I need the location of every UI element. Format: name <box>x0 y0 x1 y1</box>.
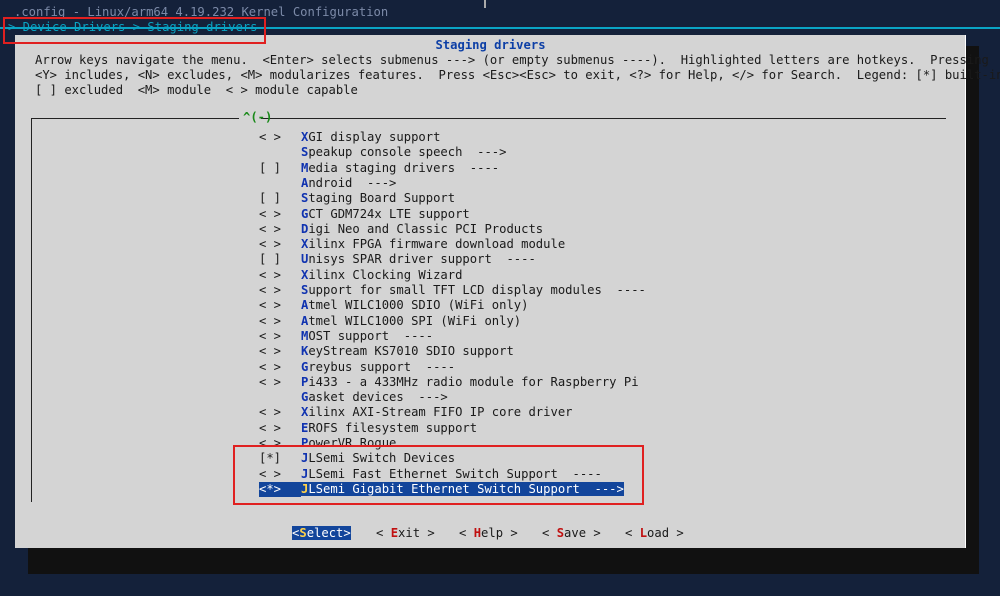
menu-item-state[interactable]: < > <box>259 207 301 222</box>
menu-item-label: asket devices ---> <box>308 390 448 405</box>
menu-item[interactable]: Android ---> <box>259 176 396 191</box>
menu-item[interactable]: [ ] Media staging drivers ---- <box>259 161 499 176</box>
menu-item[interactable]: < > Xilinx AXI-Stream FIFO IP core driver <box>259 405 573 420</box>
button-bracket: > <box>669 526 684 540</box>
dialog-shadow-right <box>966 46 979 574</box>
help-text-line-1: Arrow keys navigate the menu. <Enter> se… <box>35 53 989 67</box>
menu-item-state[interactable]: < > <box>259 344 301 359</box>
menu-item[interactable]: Speakup console speech ---> <box>259 145 506 160</box>
menu-item-label: GI display support <box>308 130 441 144</box>
menu-item-label: ilinx FPGA firmware download module <box>308 237 566 252</box>
button-bracket: > <box>586 526 601 540</box>
button-hotkey: S <box>299 526 307 540</box>
menu-item-label: i433 - a 433MHz radio module for Raspber… <box>308 374 639 389</box>
button-bracket: < <box>542 526 557 540</box>
menu-item-label: ROFS filesystem support <box>308 420 478 435</box>
button-label: elp <box>481 526 504 540</box>
menu-item-label: eyStream KS7010 SDIO support <box>308 344 514 359</box>
menu-item-state[interactable]: < > <box>259 375 301 390</box>
menu-border-left <box>31 118 32 502</box>
help-text-line-2: <Y> includes, <N> excludes, <M> modulari… <box>35 68 1000 82</box>
menu-item[interactable]: < > Greybus support ---- <box>259 360 455 375</box>
menu-item[interactable]: < > MOST support ---- <box>259 329 433 344</box>
menu-item[interactable]: < > Digi Neo and Classic PCI Products <box>259 222 543 237</box>
menu-item-label: tmel WILC1000 SPI (WiFi only) <box>308 313 522 328</box>
menu-item-label: peakup console speech ---> <box>308 145 507 160</box>
save-button[interactable]: < Save > <box>542 526 601 541</box>
menu-item-label: ndroid ---> <box>308 175 397 190</box>
button-bracket: < <box>376 526 391 540</box>
menu-item[interactable]: < > Atmel WILC1000 SPI (WiFi only) <box>259 314 521 329</box>
menu-item-label: taging Board Support <box>308 191 456 206</box>
dialog-shadow-bottom <box>28 548 979 574</box>
button-hotkey: E <box>390 526 399 540</box>
button-label: elect <box>306 526 344 540</box>
menu-item-state[interactable]: < > <box>259 405 301 420</box>
menu-item-state[interactable]: < > <box>259 421 301 436</box>
menu-item-state[interactable]: < > <box>259 298 301 313</box>
menu-item-label: igi Neo and Classic PCI Products <box>308 221 544 236</box>
button-label: xit <box>398 526 421 540</box>
annotation-box-jlsemi <box>233 445 644 505</box>
help-button[interactable]: < Help > <box>459 526 518 541</box>
menu-item[interactable]: Gasket devices ---> <box>259 390 448 405</box>
button-bracket: < <box>625 526 640 540</box>
menu-item[interactable]: [ ] Staging Board Support <box>259 191 455 206</box>
menu-item-state[interactable]: [ ] <box>259 252 301 267</box>
menu-border-top <box>261 118 946 119</box>
menu-item-state[interactable]: < > <box>259 283 301 298</box>
button-hotkey: S <box>556 526 565 540</box>
menu-item[interactable]: < > Atmel WILC1000 SDIO (WiFi only) <box>259 298 528 313</box>
button-bracket: > <box>343 526 351 540</box>
menu-item-label: OST support ---- <box>308 328 434 343</box>
load-button[interactable]: < Load > <box>625 526 684 541</box>
button-hotkey: H <box>473 526 482 540</box>
menu-border-top <box>31 118 239 119</box>
menu-item-state[interactable]: < > <box>259 360 301 375</box>
button-bracket: > <box>420 526 435 540</box>
menu-item-label: reybus support ---- <box>308 359 456 374</box>
menu-item-label: nisys SPAR driver support ---- <box>308 252 536 267</box>
menu-item-label: ilinx AXI-Stream FIFO IP core driver <box>308 405 573 420</box>
menu-item[interactable]: < > Xilinx Clocking Wizard <box>259 268 462 283</box>
menu-item-state[interactable]: < > <box>259 130 301 145</box>
title-divider <box>484 0 486 8</box>
menu-item-state[interactable]: < > <box>259 314 301 329</box>
button-label: ave <box>564 526 587 540</box>
menu-item-state[interactable]: < > <box>259 329 301 344</box>
menu-item[interactable]: < > Xilinx FPGA firmware download module <box>259 237 565 252</box>
annotation-box-breadcrumb <box>3 17 266 44</box>
help-text-line-3: [ ] excluded <M> module < > module capab… <box>35 83 358 97</box>
select-button[interactable]: <Select> <box>292 526 351 541</box>
menu-item-state[interactable]: < > <box>259 268 301 283</box>
menu-item-label: CT GDM724x LTE support <box>308 206 470 221</box>
button-bracket: < <box>459 526 474 540</box>
menu-item[interactable]: < > EROFS filesystem support <box>259 421 477 436</box>
menu-item[interactable]: < > KeyStream KS7010 SDIO support <box>259 344 514 359</box>
menu-item-state[interactable]: [ ] <box>259 191 301 206</box>
menu-item-label: upport for small TFT LCD display modules… <box>308 283 646 297</box>
exit-button[interactable]: < Exit > <box>376 526 435 541</box>
dialog-border <box>965 35 966 548</box>
menu-item[interactable]: < > GCT GDM724x LTE support <box>259 207 470 222</box>
button-hotkey: L <box>639 526 648 540</box>
button-label: oad <box>647 526 670 540</box>
menu-item-label: edia staging drivers ---- <box>308 160 500 175</box>
menu-item-label: ilinx Clocking Wizard <box>308 267 463 282</box>
menu-item[interactable]: < > XGI display support <box>259 130 440 145</box>
menu-item-label: tmel WILC1000 SDIO (WiFi only) <box>308 298 529 313</box>
menu-item[interactable]: [ ] Unisys SPAR driver support ---- <box>259 252 536 267</box>
scroll-up-indicator: ^(-) <box>243 110 273 124</box>
menu-item-state[interactable]: < > <box>259 237 301 252</box>
button-bracket: > <box>503 526 518 540</box>
menu-item[interactable]: < > Pi433 - a 433MHz radio module for Ras… <box>259 375 639 390</box>
terminal-window: .config - Linux/arm64 4.19.232 Kernel Co… <box>0 0 1000 596</box>
menu-item[interactable]: < > Support for small TFT LCD display mod… <box>259 283 646 298</box>
menu-item-state[interactable]: < > <box>259 222 301 237</box>
menu-item-state[interactable]: [ ] <box>259 161 301 176</box>
